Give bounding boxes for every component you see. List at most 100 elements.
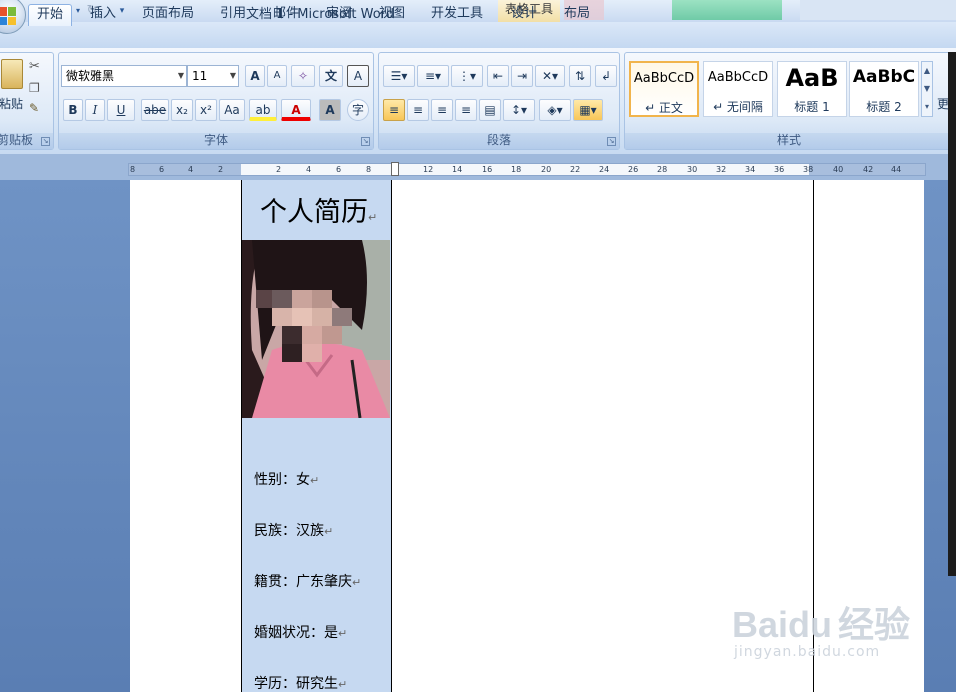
font-name-dropdown[interactable]: 微软雅黑 ▼: [61, 65, 187, 87]
grow-font-button[interactable]: A: [245, 65, 265, 87]
field-text: 籍贯：广东肇庆: [254, 574, 352, 590]
ruler-tick-label: 16: [482, 165, 493, 174]
tab-insert[interactable]: 插入: [82, 4, 124, 26]
style-heading-2[interactable]: AaBbC 标题 2: [849, 61, 919, 117]
vertical-scrollbar[interactable]: [948, 52, 956, 576]
paragraph-group-label: 段落: [379, 133, 619, 149]
superscript-button[interactable]: x²: [195, 99, 217, 121]
watermark-brand: Baidu: [732, 604, 833, 645]
clear-format-icon[interactable]: ✧: [291, 65, 315, 87]
underline-button[interactable]: U: [107, 99, 135, 121]
bold-button[interactable]: B: [63, 99, 83, 121]
numbering-icon[interactable]: ≡▾: [417, 65, 449, 87]
format-painter-icon[interactable]: ✎: [29, 101, 39, 115]
cut-icon[interactable]: ✂: [29, 59, 40, 74]
style-preview: AaB: [785, 64, 839, 92]
field-text: 婚姻状况：是: [254, 625, 338, 641]
enclose-char-button[interactable]: 字: [347, 99, 369, 121]
dialog-launcher-icon[interactable]: ↘: [361, 137, 370, 146]
ruler-tick-label: 32: [716, 165, 727, 174]
line-spacing-icon[interactable]: ↕▾: [503, 99, 535, 121]
char-border-button[interactable]: A: [347, 65, 369, 87]
paragraph-mark: ↵: [338, 678, 348, 691]
baidu-watermark: Baidu 经验 jingyan.baidu.com: [732, 604, 911, 661]
increase-indent-icon[interactable]: ⇥: [511, 65, 533, 87]
distribute-icon[interactable]: ▤: [479, 99, 501, 121]
tab-developer[interactable]: 开发工具: [426, 4, 488, 26]
ruler-tick-label: 40: [833, 165, 844, 174]
font-size-value: 11: [192, 69, 208, 83]
profile-photo[interactable]: [242, 240, 390, 418]
paste-label[interactable]: 粘贴: [0, 95, 23, 112]
font-size-dropdown[interactable]: 11 ▼: [187, 65, 239, 87]
dialog-launcher-icon[interactable]: ↘: [607, 137, 616, 146]
copy-icon[interactable]: ❐: [29, 81, 40, 95]
decrease-indent-icon[interactable]: ⇤: [487, 65, 509, 87]
shading-icon[interactable]: ◈▾: [539, 99, 571, 121]
subscript-button[interactable]: x₂: [171, 99, 193, 121]
phonetic-guide-button[interactable]: 文: [319, 65, 343, 87]
ruler-tick-label: 22: [570, 165, 581, 174]
ruler-tick-label: 18: [511, 165, 522, 174]
ruler-tick-label: 38: [803, 165, 814, 174]
dialog-launcher-icon[interactable]: ↘: [41, 137, 50, 146]
align-right-icon[interactable]: ≡: [431, 99, 453, 121]
ruler-tick-label: 2: [218, 165, 224, 174]
style-name: ↵ 无间隔: [713, 100, 763, 114]
ruler-tick-label: 4: [306, 165, 312, 174]
watermark-url: jingyan.baidu.com: [734, 644, 881, 660]
paragraph-mark: ↵: [352, 576, 362, 589]
highlight-button[interactable]: ab: [249, 99, 277, 121]
tab-mailings[interactable]: 邮件: [265, 4, 307, 26]
style-preview: AaBbCcD: [633, 71, 695, 86]
justify-icon[interactable]: ≡: [455, 99, 477, 121]
tab-view[interactable]: 视图: [371, 4, 413, 26]
ruler-tick-label: 8: [366, 165, 372, 174]
font-color-button[interactable]: A: [281, 99, 311, 121]
field-ethnicity[interactable]: 民族：汉族↵: [254, 520, 333, 540]
field-hometown[interactable]: 籍贯：广东肇庆↵: [254, 571, 361, 591]
style-preview: AaBbC: [852, 67, 916, 87]
style-normal[interactable]: AaBbCcD ↵ 正文: [629, 61, 699, 117]
indent-marker-icon[interactable]: [391, 162, 399, 176]
tab-design[interactable]: 设计: [503, 4, 545, 26]
tab-review[interactable]: 审阅: [318, 4, 360, 26]
tab-page-layout[interactable]: 页面布局: [138, 4, 198, 26]
ruler-tick-label: 6: [336, 165, 342, 174]
field-education[interactable]: 学历：研究生↵: [254, 673, 347, 692]
ruler-tick-label: 28: [657, 165, 668, 174]
styles-scroll-icon[interactable]: ▲ ▼ ▾: [921, 61, 933, 117]
styles-group-label: 样式: [625, 133, 953, 149]
chinese-layout-icon[interactable]: ✕▾: [535, 65, 565, 87]
field-text: 民族：汉族: [254, 523, 324, 539]
paragraph-mark: ↵: [324, 525, 334, 538]
document-title[interactable]: 个人简历↵: [260, 190, 377, 229]
align-center-icon[interactable]: ≡: [407, 99, 429, 121]
tab-home[interactable]: 开始: [28, 4, 72, 26]
show-marks-icon[interactable]: ↲: [595, 65, 617, 87]
field-marital-status[interactable]: 婚姻状况：是↵: [254, 622, 347, 642]
photo-image: [242, 240, 390, 418]
change-case-button[interactable]: Aa: [219, 99, 245, 121]
strikethrough-button[interactable]: abe: [141, 99, 169, 121]
ruler-tick-label: 30: [687, 165, 698, 174]
italic-button[interactable]: I: [85, 99, 105, 121]
paste-icon[interactable]: [1, 59, 23, 89]
field-gender[interactable]: 性别：女↵: [254, 469, 319, 489]
borders-icon[interactable]: ▦▾: [573, 99, 603, 121]
ruler-tick-label: 20: [541, 165, 552, 174]
shrink-font-button[interactable]: A: [267, 65, 287, 87]
font-group: 微软雅黑 ▼ 11 ▼ A A ✧ 文 A B I U abe x₂ x² Aa a…: [58, 52, 374, 150]
style-no-spacing[interactable]: AaBbCcD ↵ 无间隔: [703, 61, 773, 117]
sort-icon[interactable]: ⇅: [569, 65, 591, 87]
bullets-icon[interactable]: ☰▾: [383, 65, 415, 87]
char-shading-button[interactable]: A: [319, 99, 341, 121]
multilevel-list-icon[interactable]: ⋮▾: [451, 65, 483, 87]
tab-layout[interactable]: 布局: [556, 4, 598, 26]
style-heading-1[interactable]: AaB 标题 1: [777, 61, 847, 117]
align-left-icon[interactable]: ≡: [383, 99, 405, 121]
tab-references[interactable]: 引用: [212, 4, 254, 26]
watermark-cn: 经验: [838, 604, 911, 645]
taskbar-blur: [800, 0, 956, 20]
ruler-tick-label: 36: [774, 165, 785, 174]
